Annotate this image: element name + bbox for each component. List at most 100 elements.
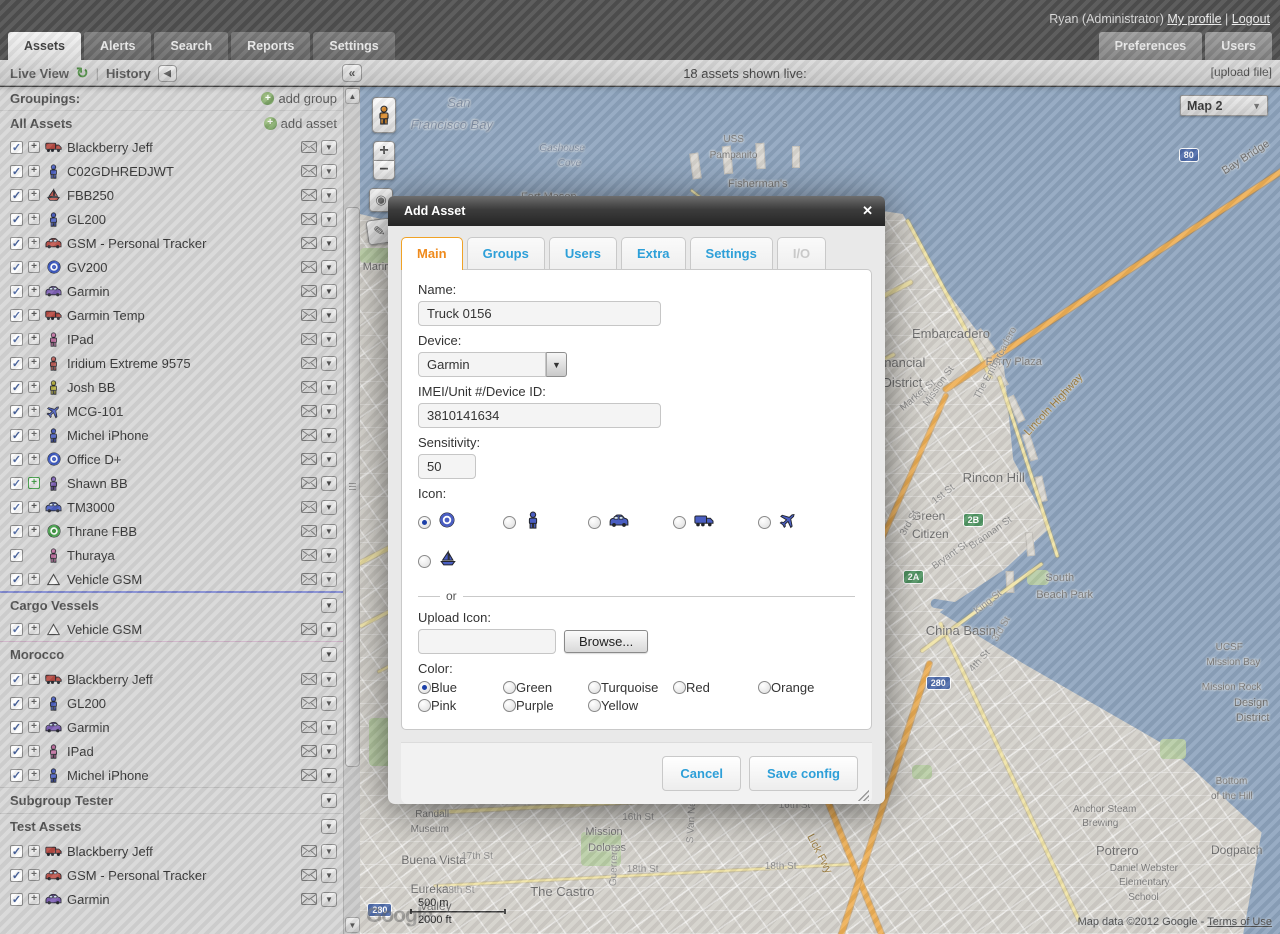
upload-file-link[interactable]: [upload file] bbox=[1211, 65, 1272, 79]
asset-menu-button[interactable]: ▼ bbox=[321, 356, 337, 371]
asset-name[interactable]: C02GDHREDJWT bbox=[67, 164, 296, 179]
radio-pink[interactable] bbox=[418, 699, 431, 712]
asset-menu-button[interactable]: ▼ bbox=[321, 844, 337, 859]
asset-name[interactable]: Garmin bbox=[67, 892, 296, 907]
asset-name[interactable]: Blackberry Jeff bbox=[67, 672, 296, 687]
imei-field[interactable] bbox=[418, 403, 661, 428]
message-icon[interactable] bbox=[301, 745, 317, 757]
asset-menu-button[interactable]: ▼ bbox=[321, 572, 337, 587]
asset-name[interactable]: Garmin Temp bbox=[67, 308, 296, 323]
asset-menu-button[interactable]: ▼ bbox=[321, 696, 337, 711]
message-icon[interactable] bbox=[301, 429, 317, 441]
asset-menu-button[interactable]: ▼ bbox=[321, 236, 337, 251]
asset-checkbox[interactable]: ✓ bbox=[10, 501, 23, 514]
asset-checkbox[interactable]: ✓ bbox=[10, 141, 23, 154]
expand-icon[interactable]: + bbox=[28, 845, 40, 857]
radio-blue[interactable] bbox=[418, 681, 431, 694]
asset-name[interactable]: GSM - Personal Tracker bbox=[67, 868, 296, 883]
modal-tab-groups[interactable]: Groups bbox=[467, 237, 545, 269]
expand-icon[interactable]: + bbox=[28, 213, 40, 225]
browse-button[interactable]: Browse... bbox=[564, 630, 648, 653]
expand-icon[interactable]: + bbox=[28, 573, 40, 585]
expand-icon[interactable]: + bbox=[28, 189, 40, 201]
icon-option-boat[interactable] bbox=[418, 550, 503, 573]
asset-menu-button[interactable]: ▼ bbox=[321, 140, 337, 155]
asset-name[interactable]: Office D+ bbox=[67, 452, 296, 467]
asset-checkbox[interactable]: ✓ bbox=[10, 549, 23, 562]
message-icon[interactable] bbox=[301, 189, 317, 201]
asset-checkbox[interactable]: ✓ bbox=[10, 573, 23, 586]
expand-icon[interactable]: + bbox=[28, 405, 40, 417]
asset-name[interactable]: IPad bbox=[67, 744, 296, 759]
message-icon[interactable] bbox=[301, 141, 317, 153]
asset-checkbox[interactable]: ✓ bbox=[10, 381, 23, 394]
history-label[interactable]: History bbox=[106, 66, 151, 81]
zoom-out-button[interactable]: − bbox=[373, 160, 395, 180]
message-icon[interactable] bbox=[301, 333, 317, 345]
message-icon[interactable] bbox=[301, 405, 317, 417]
message-icon[interactable] bbox=[301, 721, 317, 733]
refresh-icon[interactable]: ↻ bbox=[76, 64, 89, 82]
asset-checkbox[interactable]: ✓ bbox=[10, 745, 23, 758]
radio-yellow[interactable] bbox=[588, 699, 601, 712]
asset-checkbox[interactable]: ✓ bbox=[10, 845, 23, 858]
add-asset-button[interactable]: +add asset bbox=[264, 116, 337, 131]
message-icon[interactable] bbox=[301, 549, 317, 561]
device-select-value[interactable] bbox=[418, 352, 546, 377]
expand-icon[interactable]: + bbox=[28, 333, 40, 345]
asset-checkbox[interactable]: ✓ bbox=[10, 697, 23, 710]
asset-checkbox[interactable]: ✓ bbox=[10, 333, 23, 346]
message-icon[interactable] bbox=[301, 769, 317, 781]
group-menu-button[interactable]: ▼ bbox=[321, 793, 337, 808]
icon-option-circle[interactable] bbox=[418, 511, 503, 534]
asset-menu-button[interactable]: ▼ bbox=[321, 188, 337, 203]
terms-link[interactable]: Terms of Use bbox=[1207, 916, 1272, 928]
asset-name[interactable]: Michel iPhone bbox=[67, 768, 296, 783]
logout-link[interactable]: Logout bbox=[1232, 12, 1270, 26]
modal-tab-main[interactable]: Main bbox=[401, 237, 463, 270]
add-group-button[interactable]: +add group bbox=[261, 91, 337, 106]
asset-menu-button[interactable]: ▼ bbox=[321, 428, 337, 443]
asset-name[interactable]: Blackberry Jeff bbox=[67, 140, 296, 155]
asset-name[interactable]: GL200 bbox=[67, 212, 296, 227]
asset-name[interactable]: Iridium Extreme 9575 bbox=[67, 356, 296, 371]
message-icon[interactable] bbox=[301, 573, 317, 585]
asset-name[interactable]: IPad bbox=[67, 332, 296, 347]
asset-name[interactable]: Josh BB bbox=[67, 380, 296, 395]
tab-reports[interactable]: Reports bbox=[231, 32, 310, 60]
color-option-orange[interactable]: Orange bbox=[758, 680, 843, 695]
asset-menu-button[interactable]: ▼ bbox=[321, 744, 337, 759]
asset-menu-button[interactable]: ▼ bbox=[321, 672, 337, 687]
message-icon[interactable] bbox=[301, 453, 317, 465]
message-icon[interactable] bbox=[301, 357, 317, 369]
expand-icon[interactable]: + bbox=[28, 381, 40, 393]
radio-car[interactable] bbox=[588, 516, 601, 529]
asset-name[interactable]: Thuraya bbox=[67, 548, 296, 563]
modal-title-bar[interactable]: Add Asset ✕ bbox=[388, 196, 885, 226]
group-header-morocco[interactable]: Morocco▼ bbox=[0, 641, 343, 667]
message-icon[interactable] bbox=[301, 285, 317, 297]
asset-name[interactable]: FBB250 bbox=[67, 188, 296, 203]
color-option-blue[interactable]: Blue bbox=[418, 680, 503, 695]
message-icon[interactable] bbox=[301, 237, 317, 249]
expand-icon[interactable]: + bbox=[28, 697, 40, 709]
close-icon[interactable]: ✕ bbox=[862, 196, 873, 226]
asset-menu-button[interactable]: ▼ bbox=[321, 164, 337, 179]
expand-icon[interactable]: + bbox=[28, 285, 40, 297]
asset-menu-button[interactable]: ▼ bbox=[321, 548, 337, 563]
asset-menu-button[interactable]: ▼ bbox=[321, 332, 337, 347]
group-menu-button[interactable]: ▼ bbox=[321, 819, 337, 834]
asset-menu-button[interactable]: ▼ bbox=[321, 212, 337, 227]
message-icon[interactable] bbox=[301, 213, 317, 225]
asset-name[interactable]: MCG-101 bbox=[67, 404, 296, 419]
asset-menu-button[interactable]: ▼ bbox=[321, 476, 337, 491]
scrollbar-thumb[interactable] bbox=[345, 207, 360, 767]
expand-icon[interactable]: + bbox=[28, 453, 40, 465]
group-header-cargo-vessels[interactable]: Cargo Vessels▼ bbox=[0, 591, 343, 617]
expand-icon[interactable]: + bbox=[28, 141, 40, 153]
asset-name[interactable]: Michel iPhone bbox=[67, 428, 296, 443]
asset-menu-button[interactable]: ▼ bbox=[321, 892, 337, 907]
asset-name[interactable]: Shawn BB bbox=[67, 476, 296, 491]
asset-name[interactable]: Blackberry Jeff bbox=[67, 844, 296, 859]
message-icon[interactable] bbox=[301, 697, 317, 709]
